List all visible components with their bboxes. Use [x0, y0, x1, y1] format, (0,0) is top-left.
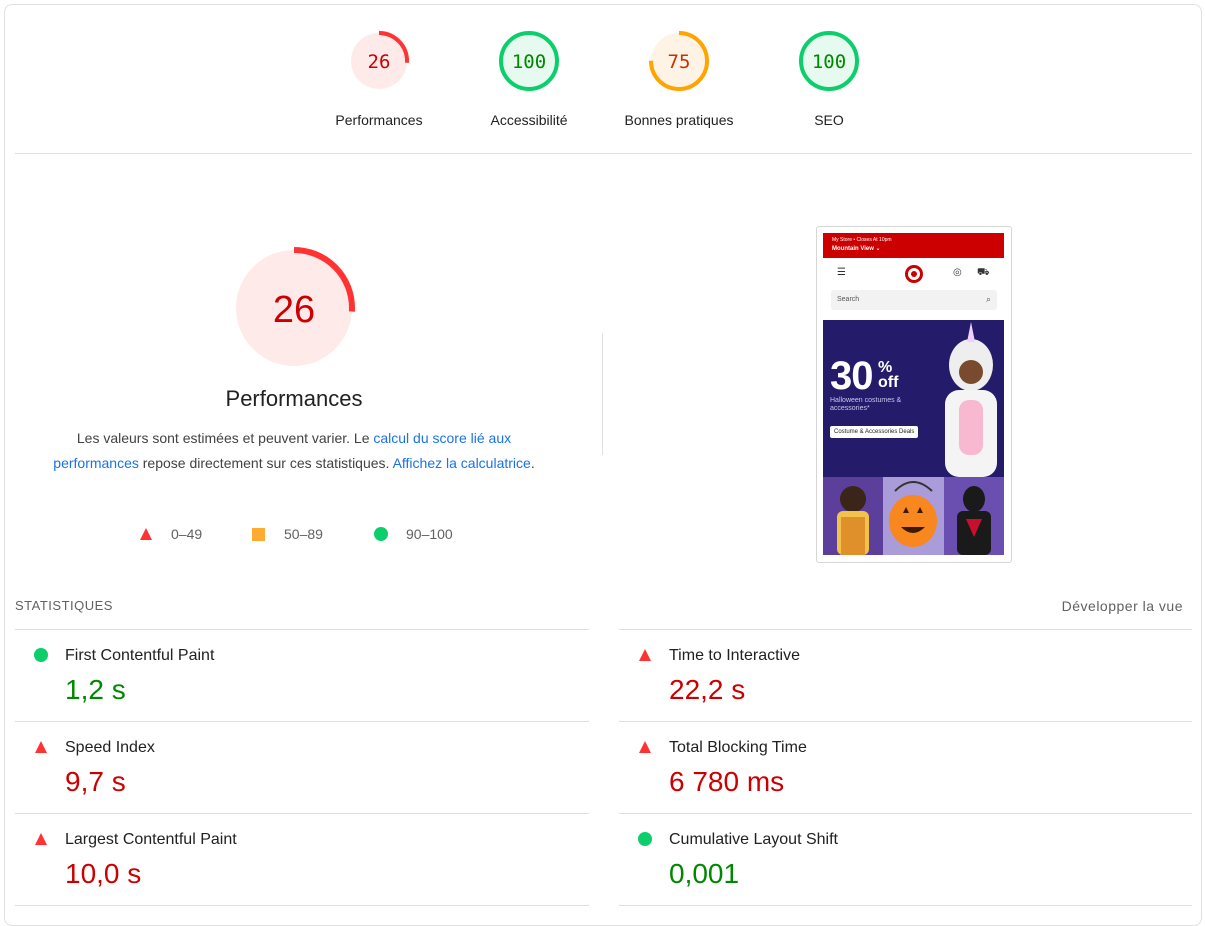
metric-value: 10,0 s [65, 858, 142, 889]
score-gauge: 100 [799, 31, 859, 91]
category-label: Bonnes pratiques [624, 112, 734, 128]
category-label: SEO [814, 112, 844, 128]
metric-value: 22,2 s [669, 674, 746, 705]
metric-name: Speed Index [65, 739, 155, 756]
metric-time-to-interactive: Time to Interactive 22,2 s [619, 630, 1179, 722]
tile-spider-costume [943, 477, 1004, 555]
desc-text: Les valeurs sont estimées et peuvent var… [76, 430, 374, 446]
target-logo-icon [905, 265, 923, 283]
divider [15, 153, 1192, 154]
square-icon [252, 528, 265, 541]
store-name: Mountain View ⌄ [832, 246, 881, 252]
product-tiles [823, 477, 1004, 555]
pass-circle-icon [34, 648, 48, 662]
metric-first-contentful-paint: First Contentful Paint 1,2 s [15, 630, 575, 722]
calculator-link[interactable]: Affichez la calculatrice [393, 455, 531, 471]
search-placeholder: Search [837, 296, 860, 303]
store-hours: My Store • Closes At 10pm [832, 237, 892, 243]
category-performance[interactable]: 26 Performances [314, 30, 444, 128]
category-label: Accessibilité [490, 112, 568, 128]
metric-value: 0,001 [669, 858, 740, 889]
expand-view-toggle[interactable]: Développer la vue [1062, 598, 1183, 614]
category-label: Performances [335, 112, 423, 128]
category-seo[interactable]: 100 SEO [764, 30, 894, 128]
performance-title: Performances [225, 386, 363, 411]
score-gauge: 26 [349, 31, 409, 91]
fail-triangle-icon [35, 741, 47, 753]
legend-range: 90–100 [406, 526, 453, 542]
pumpkin-bucket-image [889, 481, 938, 547]
pass-circle-icon [638, 832, 652, 846]
category-best-practices[interactable]: 75 Bonnes pratiques [614, 30, 744, 128]
metric-total-blocking-time: Total Blocking Time 6 780 ms [619, 722, 1179, 814]
performance-description: Les valeurs sont estimées et peuvent var… [44, 426, 544, 476]
desc-text: repose directement sur ces statistiques. [138, 455, 393, 471]
hero-deals-button: Costume & Accessories Deals [830, 426, 919, 438]
costume-girl-image [837, 486, 869, 555]
search-icon: ⌕ [985, 294, 991, 304]
hero-percent: % off [878, 360, 899, 391]
account-icon: ◎ [953, 267, 962, 278]
metric-cumulative-layout-shift: Cumulative Layout Shift 0,001 [619, 814, 1179, 906]
metric-value: 9,7 s [65, 766, 126, 797]
svg-text:100: 100 [512, 51, 546, 73]
hero-subtitle: Halloween costumes & accessories* [830, 397, 902, 412]
vertical-divider [602, 333, 603, 455]
metric-value: 1,2 s [65, 674, 126, 705]
stats-heading: STATISTIQUES [15, 598, 113, 613]
metric-speed-index: Speed Index 9,7 s [15, 722, 575, 814]
divider [619, 905, 1192, 906]
cart-icon: ⛟ [977, 267, 990, 278]
score-gauge: 100 [499, 31, 559, 91]
score-gauge: 75 [649, 31, 709, 91]
metric-name: First Contentful Paint [65, 647, 215, 664]
desc-text: . [530, 455, 535, 471]
legend-pass: 90–100 [374, 526, 453, 542]
performance-gauge: 26 [233, 247, 355, 369]
circle-icon [374, 527, 388, 541]
metric-value: 6 780 ms [669, 766, 785, 797]
legend-fail: 0–49 [139, 526, 202, 542]
hero-banner: 30 % off Halloween costumes & accessories… [823, 320, 1004, 477]
tile-pumpkin-bucket [883, 477, 944, 555]
triangle-icon [140, 528, 152, 540]
divider [15, 905, 589, 906]
final-screenshot[interactable]: My Store • Closes At 10pm Mountain View … [816, 226, 1012, 563]
fail-triangle-icon [35, 833, 47, 845]
unicorn-costume-image [945, 322, 997, 477]
fail-triangle-icon [639, 741, 651, 753]
category-accessibility[interactable]: 100 Accessibilité [464, 30, 594, 128]
metric-largest-contentful-paint: Largest Contentful Paint 10,0 s [15, 814, 575, 906]
legend-average: 50–89 [252, 526, 323, 542]
store-bar: My Store • Closes At 10pm Mountain View … [823, 233, 1004, 258]
metric-name: Cumulative Layout Shift [669, 831, 838, 848]
metric-name: Largest Contentful Paint [65, 831, 237, 848]
hero-off: off [878, 374, 899, 391]
svg-text:75: 75 [668, 51, 691, 73]
fail-triangle-icon [639, 649, 651, 661]
spider-costume-image [956, 486, 991, 555]
hero-number: 30 [830, 354, 873, 398]
legend-range: 50–89 [284, 526, 323, 542]
svg-text:100: 100 [812, 51, 846, 73]
legend-range: 0–49 [171, 526, 203, 542]
search-bar: Search ⌕ [831, 290, 997, 310]
performance-score: 26 [273, 289, 315, 331]
metric-name: Time to Interactive [669, 647, 801, 664]
tile-costume-girl [823, 477, 884, 555]
svg-text:26: 26 [368, 51, 391, 73]
menu-icon: ☰ [837, 267, 846, 278]
metric-name: Total Blocking Time [669, 739, 807, 756]
